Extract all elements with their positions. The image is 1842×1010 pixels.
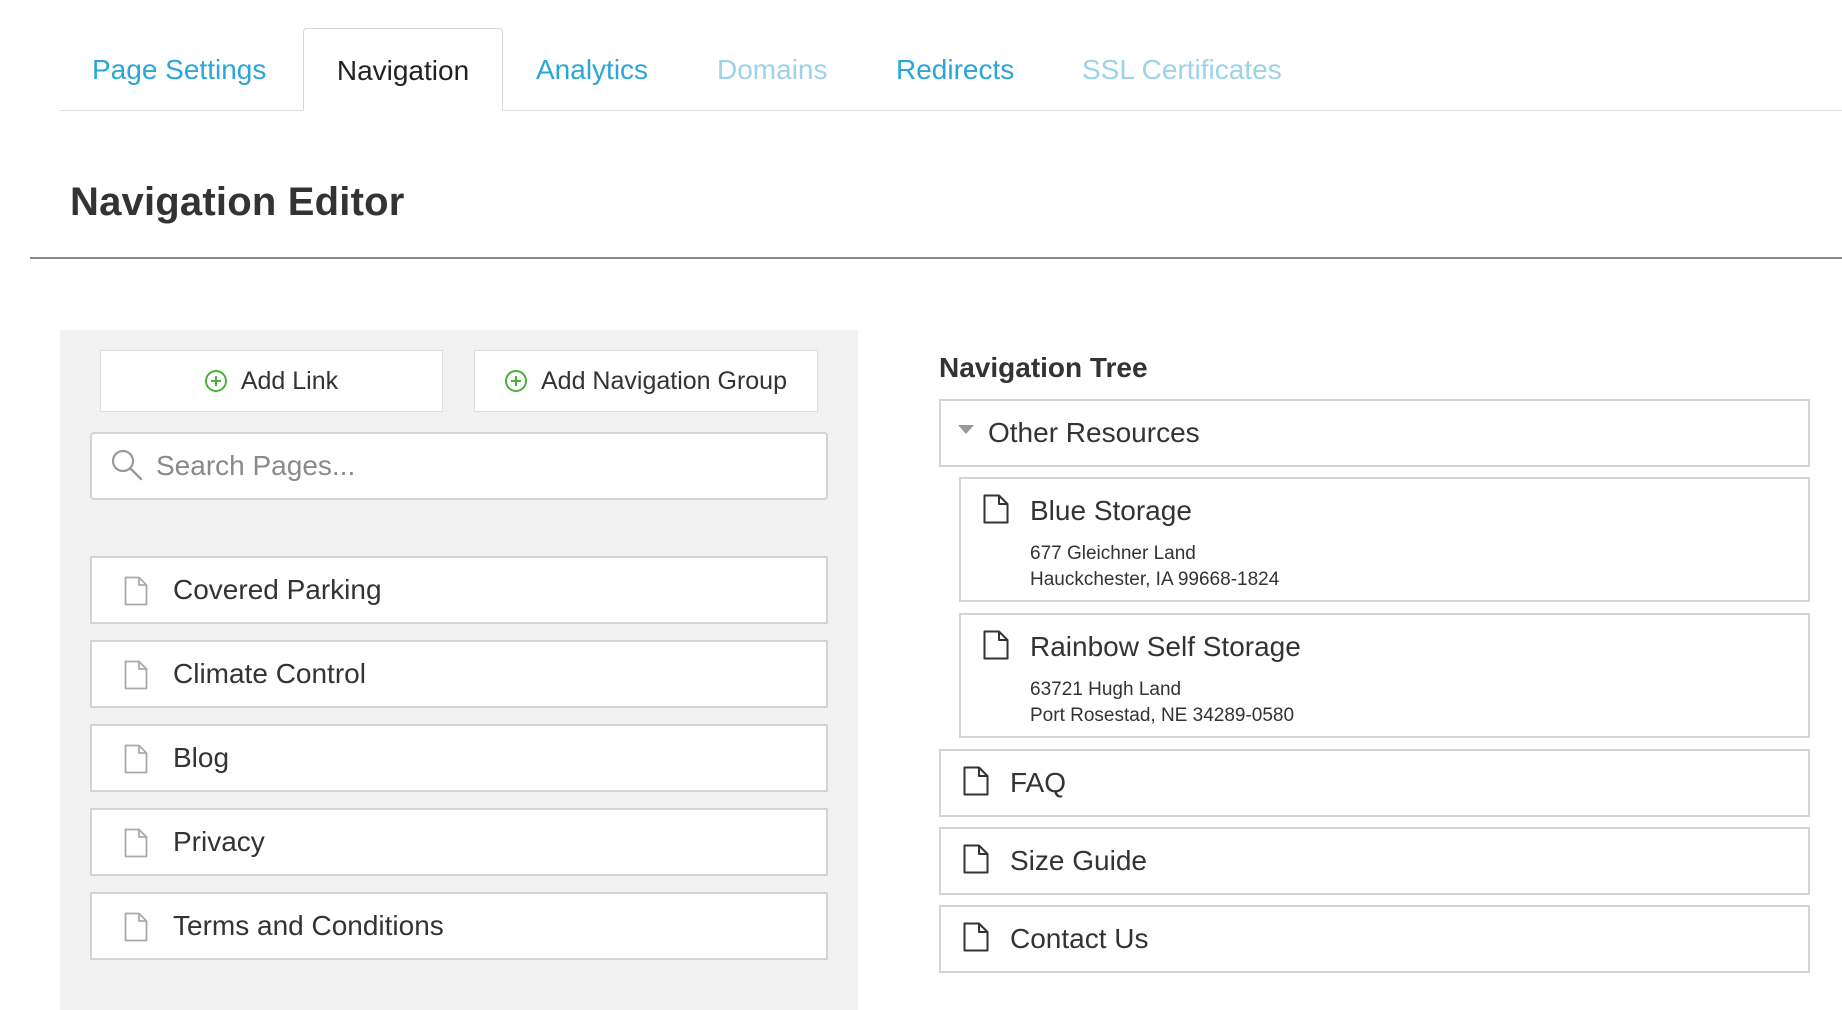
- nav-item-blue-storage[interactable]: Blue Storage 677 Gleichner Land Hauckche…: [959, 477, 1810, 602]
- document-icon: [124, 576, 148, 606]
- add-navigation-group-label: Add Navigation Group: [541, 366, 787, 395]
- page-item-label: Climate Control: [173, 658, 366, 689]
- nav-item-address-line1: 63721 Hugh Land: [1030, 679, 1182, 700]
- document-icon: [983, 494, 1009, 524]
- page-item-label: Blog: [173, 742, 230, 773]
- page-item-covered-parking[interactable]: Covered Parking: [90, 556, 828, 624]
- tab-redirects[interactable]: Redirects: [896, 28, 1014, 111]
- page-item-terms-and-conditions[interactable]: Terms and Conditions: [90, 892, 828, 960]
- document-icon: [124, 660, 148, 690]
- document-icon: [963, 922, 989, 952]
- nav-item-address-line1: 677 Gleichner Land: [1030, 543, 1196, 564]
- page-item-label: Privacy: [173, 826, 265, 857]
- search-pages-box: [90, 432, 828, 500]
- add-link-label: Add Link: [240, 366, 339, 395]
- nav-item-title: Rainbow Self Storage: [1030, 631, 1301, 662]
- nav-group-other-resources[interactable]: Other Resources: [939, 399, 1810, 467]
- document-icon: [124, 828, 148, 858]
- nav-item-rainbow-self-storage[interactable]: Rainbow Self Storage 63721 Hugh Land Por…: [959, 613, 1810, 738]
- document-icon: [963, 844, 989, 874]
- page-list: Covered Parking Climate Control Blog Pri…: [90, 556, 828, 976]
- nav-item-address-line2: Port Rosestad, NE 34289-0580: [1030, 705, 1295, 726]
- page-item-privacy[interactable]: Privacy: [90, 808, 828, 876]
- nav-item-label: Size Guide: [1010, 845, 1147, 876]
- available-pages-panel: Add Link Add Navigation Group Covered Pa…: [60, 330, 858, 1010]
- tab-domains: Domains: [717, 54, 828, 85]
- add-circle-icon: [505, 370, 527, 392]
- tab-ssl-certificates: SSL Certificates: [1082, 54, 1282, 85]
- nav-item-size-guide[interactable]: Size Guide: [939, 827, 1810, 895]
- document-icon: [124, 744, 148, 774]
- tab-analytics[interactable]: Analytics: [536, 28, 648, 111]
- nav-item-faq[interactable]: FAQ: [939, 749, 1810, 817]
- nav-item-title: Blue Storage: [1030, 495, 1192, 526]
- add-circle-icon: [204, 370, 227, 392]
- page-title: Navigation Editor: [70, 180, 405, 224]
- nav-item-label: FAQ: [1010, 767, 1067, 798]
- nav-group-label: Other Resources: [988, 417, 1200, 448]
- caret-down-icon[interactable]: [958, 425, 974, 434]
- page-item-label: Terms and Conditions: [173, 910, 444, 941]
- navigation-tree-heading: Navigation Tree: [939, 352, 1148, 383]
- add-link-button[interactable]: Add Link: [100, 350, 443, 412]
- tab-bar: Page Settings Navigation Analytics Domai…: [60, 28, 1842, 111]
- nav-item-label: Contact Us: [1010, 923, 1149, 954]
- nav-item-address-line2: Hauckchester, IA 99668-1824: [1030, 569, 1280, 590]
- document-icon: [963, 766, 989, 796]
- page-item-blog[interactable]: Blog: [90, 724, 828, 792]
- document-icon: [124, 912, 148, 942]
- search-icon: [111, 449, 143, 481]
- title-divider: [30, 257, 1842, 259]
- search-pages-input[interactable]: [156, 434, 816, 498]
- document-icon: [983, 630, 1009, 660]
- page-item-climate-control[interactable]: Climate Control: [90, 640, 828, 708]
- page-item-label: Covered Parking: [173, 574, 382, 605]
- add-navigation-group-button[interactable]: Add Navigation Group: [474, 350, 818, 412]
- tab-navigation[interactable]: Navigation: [303, 28, 503, 111]
- nav-item-contact-us[interactable]: Contact Us: [939, 905, 1810, 973]
- tab-page-settings[interactable]: Page Settings: [92, 28, 266, 111]
